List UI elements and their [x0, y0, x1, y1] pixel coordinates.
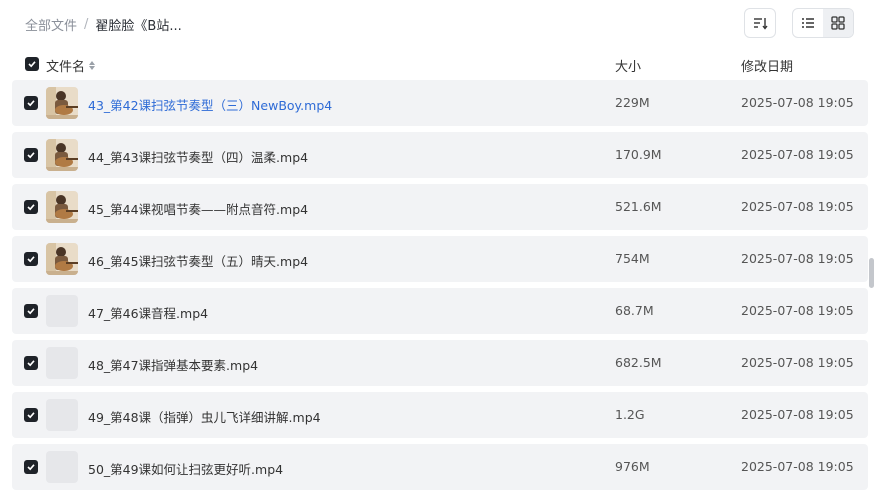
row-checkbox[interactable]: [24, 252, 38, 266]
file-thumbnail-placeholder: [46, 347, 78, 379]
row-checkbox[interactable]: [24, 356, 38, 370]
file-name[interactable]: 49_第48课（指弹）虫儿飞详细讲解.mp4: [88, 407, 321, 426]
table-row[interactable]: 44_第43课扫弦节奏型（四）温柔.mp4 170.9M 2025-07-08 19…: [12, 132, 868, 178]
sort-icon: [754, 18, 768, 30]
file-size: 170.9M: [615, 147, 662, 162]
file-size: 976M: [615, 459, 650, 474]
file-thumbnail-placeholder: [46, 451, 78, 483]
file-modified-date: 2025-07-08 19:05: [741, 355, 854, 370]
file-size: 521.6M: [615, 199, 662, 214]
check-icon: [27, 464, 35, 471]
video-thumbnail-icon: [46, 191, 78, 223]
table-row[interactable]: 45_第44课视唱节奏——附点音符.mp4 521.6M 2025-07-08 19…: [12, 184, 868, 230]
table-header: 文件名 大小 修改日期: [0, 50, 878, 78]
check-icon: [27, 100, 35, 107]
sort-button[interactable]: [744, 8, 776, 38]
row-checkbox[interactable]: [24, 460, 38, 474]
check-icon: [27, 308, 35, 315]
view-mode-toggle: [792, 8, 854, 38]
scrollbar-thumb[interactable]: [869, 258, 874, 288]
file-name[interactable]: 43_第42课扫弦节奏型（三）NewBoy.mp4: [88, 95, 332, 114]
file-name[interactable]: 50_第49课如何让扫弦更好听.mp4: [88, 459, 283, 478]
file-name[interactable]: 45_第44课视唱节奏——附点音符.mp4: [88, 199, 308, 218]
video-thumbnail-icon: [46, 87, 78, 119]
check-icon: [27, 412, 35, 419]
row-checkbox[interactable]: [24, 304, 38, 318]
column-header-name-label: 文件名: [46, 60, 86, 75]
row-checkbox[interactable]: [24, 148, 38, 162]
file-thumbnail-placeholder: [46, 295, 78, 327]
breadcrumb-root-link[interactable]: 全部文件: [25, 15, 77, 34]
file-modified-date: 2025-07-08 19:05: [741, 303, 854, 318]
table-row[interactable]: 50_第49课如何让扫弦更好听.mp4 976M 2025-07-08 19:05: [12, 444, 868, 490]
row-checkbox[interactable]: [24, 200, 38, 214]
check-icon: [27, 152, 35, 159]
file-size: 68.7M: [615, 303, 654, 318]
table-row[interactable]: 47_第46课音程.mp4 68.7M 2025-07-08 19:05: [12, 288, 868, 334]
file-thumbnail-placeholder: [46, 399, 78, 431]
select-all-checkbox[interactable]: [25, 57, 39, 71]
column-header-name[interactable]: 文件名: [46, 56, 96, 75]
table-row[interactable]: 49_第48课（指弹）虫儿飞详细讲解.mp4 1.2G 2025-07-08 19:…: [12, 392, 868, 438]
file-size: 1.2G: [615, 407, 645, 422]
video-thumbnail-icon: [46, 243, 78, 275]
list-view-button[interactable]: [793, 9, 823, 37]
file-name[interactable]: 47_第46课音程.mp4: [88, 303, 208, 322]
check-icon: [27, 360, 35, 367]
file-modified-date: 2025-07-08 19:05: [741, 95, 854, 110]
grid-view-button[interactable]: [823, 9, 853, 37]
column-header-size: 大小: [615, 60, 642, 75]
table-row[interactable]: 46_第45课扫弦节奏型（五）晴天.mp4 754M 2025-07-08 19:0…: [12, 236, 868, 282]
check-icon: [27, 256, 35, 263]
column-header-modified: 修改日期: [741, 60, 794, 75]
file-size: 754M: [615, 251, 650, 266]
file-name[interactable]: 46_第45课扫弦节奏型（五）晴天.mp4: [88, 251, 308, 270]
breadcrumb-separator: /: [84, 16, 89, 32]
file-modified-date: 2025-07-08 19:05: [741, 147, 854, 162]
check-icon: [28, 61, 36, 68]
file-modified-date: 2025-07-08 19:05: [741, 251, 854, 266]
breadcrumb: 全部文件 / 翟脸脸《B站...: [25, 14, 182, 34]
file-modified-date: 2025-07-08 19:05: [741, 407, 854, 422]
list-view-icon: [802, 18, 814, 28]
grid-view-icon: [831, 16, 845, 30]
row-checkbox[interactable]: [24, 96, 38, 110]
file-size: 229M: [615, 95, 650, 110]
row-checkbox[interactable]: [24, 408, 38, 422]
video-thumbnail-icon: [46, 139, 78, 171]
table-row[interactable]: 43_第42课扫弦节奏型（三）NewBoy.mp4 229M 2025-07-08 …: [12, 80, 868, 126]
file-name[interactable]: 44_第43课扫弦节奏型（四）温柔.mp4: [88, 147, 308, 166]
sort-arrows-icon: [89, 61, 96, 70]
table-row[interactable]: 48_第47课指弹基本要素.mp4 682.5M 2025-07-08 19:05: [12, 340, 868, 386]
check-icon: [27, 204, 35, 211]
file-size: 682.5M: [615, 355, 662, 370]
file-modified-date: 2025-07-08 19:05: [741, 199, 854, 214]
file-list: 43_第42课扫弦节奏型（三）NewBoy.mp4 229M 2025-07-08 …: [12, 80, 868, 496]
breadcrumb-current-folder: 翟脸脸《B站...: [95, 18, 182, 34]
file-modified-date: 2025-07-08 19:05: [741, 459, 854, 474]
file-name[interactable]: 48_第47课指弹基本要素.mp4: [88, 355, 258, 374]
